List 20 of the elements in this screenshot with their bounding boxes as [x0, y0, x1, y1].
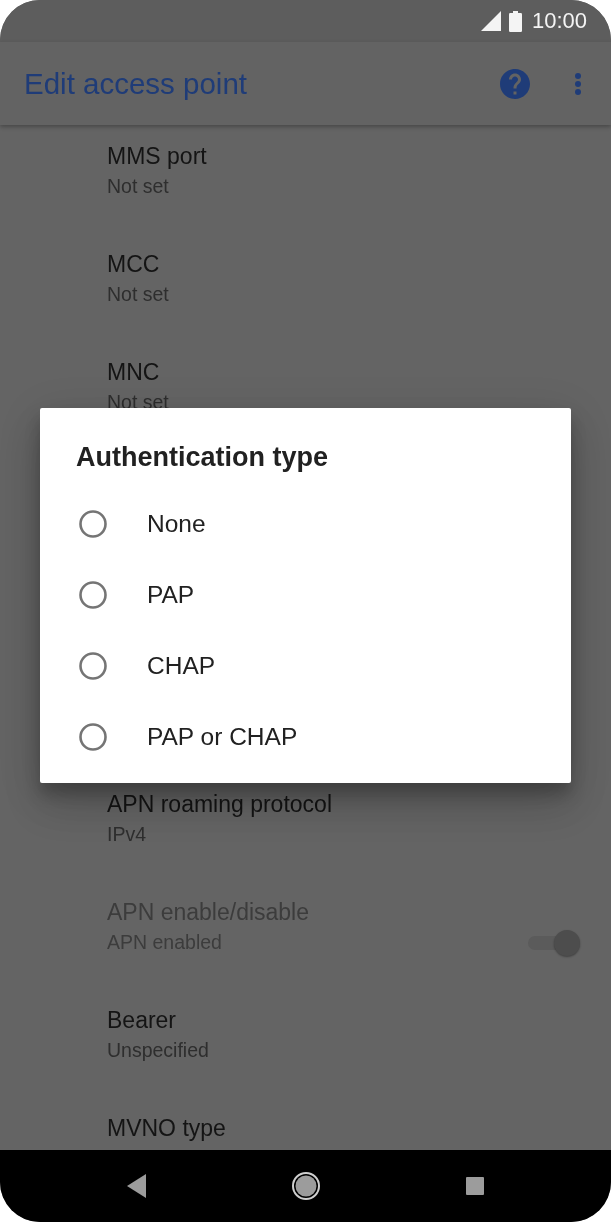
radio-option[interactable]: PAP or CHAP	[40, 701, 571, 772]
app-bar-title: Edit access point	[24, 66, 248, 101]
setting-title: MVNO type	[107, 1115, 226, 1142]
signal-icon	[480, 11, 501, 31]
dialog-title: Authentication type	[76, 441, 328, 474]
more-options-icon[interactable]	[575, 72, 581, 95]
radio-option[interactable]: PAP	[40, 559, 571, 630]
back-icon[interactable]	[127, 1174, 146, 1198]
radio-option[interactable]: CHAP	[40, 630, 571, 701]
recents-icon[interactable]	[466, 1177, 484, 1195]
setting-title: APN roaming protocol	[107, 791, 332, 818]
status-time: 10:00	[531, 8, 587, 34]
setting-title: MMS port	[107, 143, 207, 170]
battery-icon	[508, 10, 522, 32]
setting-title: MNC	[107, 359, 160, 386]
setting-title: MCC	[107, 251, 160, 278]
radio-option[interactable]: None	[40, 488, 571, 559]
setting-title: Bearer	[107, 1007, 177, 1034]
home-icon[interactable]	[292, 1172, 320, 1200]
help-icon[interactable]	[500, 68, 530, 99]
